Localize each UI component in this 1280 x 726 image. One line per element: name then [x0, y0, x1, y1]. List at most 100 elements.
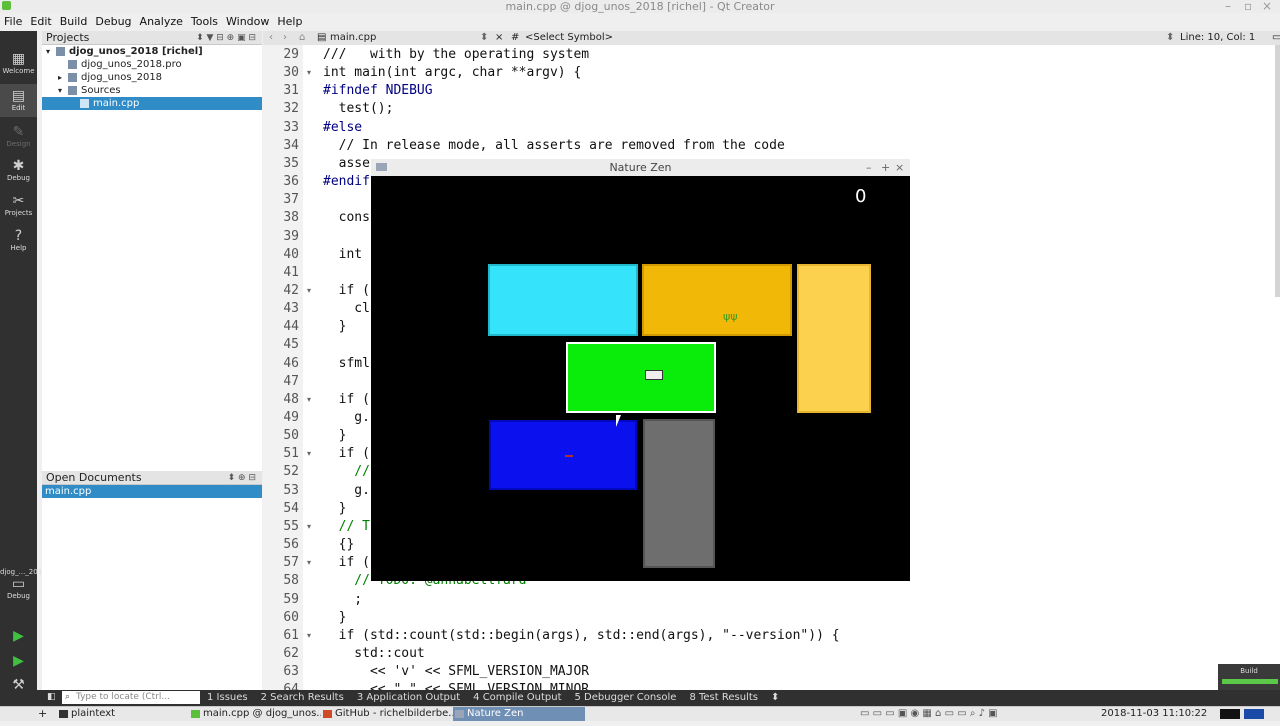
output-tab[interactable]: 5 Debugger Console — [575, 692, 677, 703]
code-line[interactable]: /// with by the operating system — [323, 47, 589, 62]
fold-marker-icon[interactable]: ▾ — [307, 395, 311, 404]
code-line[interactable]: #endif — [323, 174, 370, 189]
project-tree-item[interactable]: ▸ djog_unos_2018 — [42, 71, 262, 84]
start-menu-icon[interactable]: + — [38, 707, 47, 720]
menu-window[interactable]: Window — [222, 13, 273, 31]
tile-orange[interactable]: ψψ — [642, 264, 792, 336]
symbol-dropdown-icon[interactable]: ⬍ — [1166, 31, 1174, 45]
output-tab[interactable]: 8 Test Results — [689, 692, 758, 703]
file-dropdown-icon[interactable]: ⬍ — [480, 31, 488, 45]
project-tree-item[interactable]: main.cpp — [42, 97, 262, 110]
debug-run-button[interactable]: ▶ — [0, 653, 37, 669]
code-line[interactable]: } — [323, 610, 347, 625]
mode-projects[interactable]: ✂ Projects — [0, 193, 37, 217]
fold-marker-icon[interactable]: ▾ — [307, 558, 311, 567]
code-line[interactable]: << 'v' << SFML_VERSION_MAJOR — [323, 664, 589, 679]
code-line[interactable]: g. — [323, 483, 370, 498]
split-icon[interactable]: ▭ — [1272, 31, 1280, 45]
menu-debug[interactable]: Debug — [91, 13, 135, 31]
code-line[interactable]: test(); — [323, 101, 394, 116]
code-line[interactable]: if ( — [323, 555, 370, 570]
fold-marker-icon[interactable]: ▾ — [307, 449, 311, 458]
tile-green-selected[interactable] — [566, 342, 716, 413]
code-line[interactable]: if ( — [323, 392, 370, 407]
game-window[interactable]: Nature Zen – + × 0 ψψ — [371, 159, 910, 581]
close-file-icon[interactable]: × — [495, 31, 503, 45]
editor-scrollbar[interactable] — [1275, 45, 1280, 297]
taskbar-item[interactable]: GitHub - richelbilderbe... — [321, 707, 453, 721]
minimize-icon[interactable]: – — [1225, 0, 1231, 13]
nav-forward-icon[interactable]: › — [283, 31, 287, 45]
code-line[interactable]: } — [323, 428, 347, 443]
run-button[interactable]: ▶ — [0, 628, 37, 644]
code-line[interactable]: {} — [323, 537, 355, 552]
project-tree-item[interactable]: djog_unos_2018.pro — [42, 58, 262, 71]
tile-gray[interactable] — [643, 419, 715, 568]
tray-terminal-icon[interactable] — [1220, 709, 1240, 719]
menu-edit[interactable]: Edit — [26, 13, 55, 31]
menu-analyze[interactable]: Analyze — [136, 13, 187, 31]
mode-design[interactable]: ✎ Design — [0, 124, 37, 148]
code-line[interactable]: #ifndef NDEBUG — [323, 83, 433, 98]
game-maximize-icon[interactable]: + — [881, 159, 890, 176]
code-line[interactable]: g. — [323, 410, 370, 425]
code-line[interactable]: if (std::count(std::begin(args), std::en… — [323, 628, 840, 643]
code-line[interactable]: ; — [323, 592, 362, 607]
code-line[interactable]: asse — [323, 156, 370, 171]
tile-yellow[interactable] — [797, 264, 871, 413]
more-tabs-icon[interactable]: ⬍ — [771, 692, 779, 703]
locator-input[interactable]: ⌕ Type to locate (Ctrl... — [62, 691, 200, 704]
output-tab[interactable]: 4 Compile Output — [473, 692, 561, 703]
maximize-icon[interactable]: ▫ — [1244, 0, 1252, 13]
tile-cyan[interactable] — [488, 264, 638, 336]
menu-tools[interactable]: Tools — [187, 13, 222, 31]
fold-marker-icon[interactable]: ▾ — [307, 631, 311, 640]
code-line[interactable]: // In release mode, all asserts are remo… — [323, 138, 785, 153]
menu-build[interactable]: Build — [56, 13, 92, 31]
code-line[interactable]: // T — [323, 519, 370, 534]
pane-tools-icons[interactable]: ⬍ ⊕ ⊟ — [228, 471, 256, 485]
fold-marker-icon[interactable]: ▾ — [307, 522, 311, 531]
taskbar-item[interactable]: main.cpp @ djog_unos... — [189, 707, 321, 721]
code-line[interactable]: // — [323, 464, 370, 479]
file-tab[interactable]: main.cpp — [330, 31, 376, 45]
mode-welcome[interactable]: ▦ Welcome — [0, 51, 37, 75]
code-line[interactable]: int — [323, 247, 363, 262]
project-tree-item[interactable]: ▾ Sources — [42, 84, 262, 97]
code-line[interactable]: sfml — [323, 356, 370, 371]
tile-blue[interactable] — [489, 420, 637, 490]
close-icon[interactable]: × — [1262, 0, 1272, 13]
code-line[interactable]: int main(int argc, char **argv) { — [323, 65, 581, 80]
game-minimize-icon[interactable]: – — [866, 159, 872, 176]
fold-marker-icon[interactable]: ▾ — [307, 68, 311, 77]
mode-edit[interactable]: ▤ Edit — [0, 84, 37, 117]
taskbar-item[interactable]: plaintext — [57, 707, 189, 721]
code-line[interactable]: if ( — [323, 446, 370, 461]
code-line[interactable]: std::cout — [323, 646, 424, 661]
tray-desktop-icon[interactable] — [1244, 709, 1264, 719]
code-line[interactable]: } — [323, 319, 347, 334]
tray-icons[interactable]: ▭ ▭ ▭ ▣ ◉ ▦ ⌂ ▭ ▭ ⌕ ♪ ▣ — [860, 707, 998, 720]
taskbar-item[interactable]: Nature Zen — [453, 707, 585, 721]
code-line[interactable]: if ( — [323, 283, 370, 298]
code-line[interactable]: } — [323, 501, 347, 516]
expand-arrow-icon[interactable]: ▾ — [58, 84, 62, 97]
output-tab[interactable]: 2 Search Results — [261, 692, 344, 703]
output-tab[interactable]: 1 Issues — [207, 692, 248, 703]
code-line[interactable]: #else — [323, 120, 362, 135]
mode-debug[interactable]: ✱ Debug — [0, 158, 37, 182]
menu-file[interactable]: File — [0, 13, 26, 31]
code-line[interactable]: cl — [323, 301, 370, 316]
expand-arrow-icon[interactable]: ▾ — [46, 45, 50, 58]
project-tree-item[interactable]: ▾ djog_unos_2018 [richel] — [42, 45, 262, 58]
kit-selector[interactable]: djog_..._2018 ▭ Debug — [0, 568, 47, 600]
nav-back-icon[interactable]: ‹ — [269, 31, 273, 45]
collapse-arrow-icon[interactable]: ▸ — [58, 71, 62, 84]
open-document-item[interactable]: main.cpp — [42, 485, 262, 498]
fold-marker-icon[interactable]: ▾ — [307, 286, 311, 295]
menu-help[interactable]: Help — [273, 13, 306, 31]
toggle-sidebar-icon[interactable]: ◧ — [47, 692, 56, 702]
game-close-icon[interactable]: × — [895, 159, 904, 176]
output-tab[interactable]: 3 Application Output — [357, 692, 460, 703]
symbol-selector[interactable]: <Select Symbol> — [525, 31, 613, 45]
